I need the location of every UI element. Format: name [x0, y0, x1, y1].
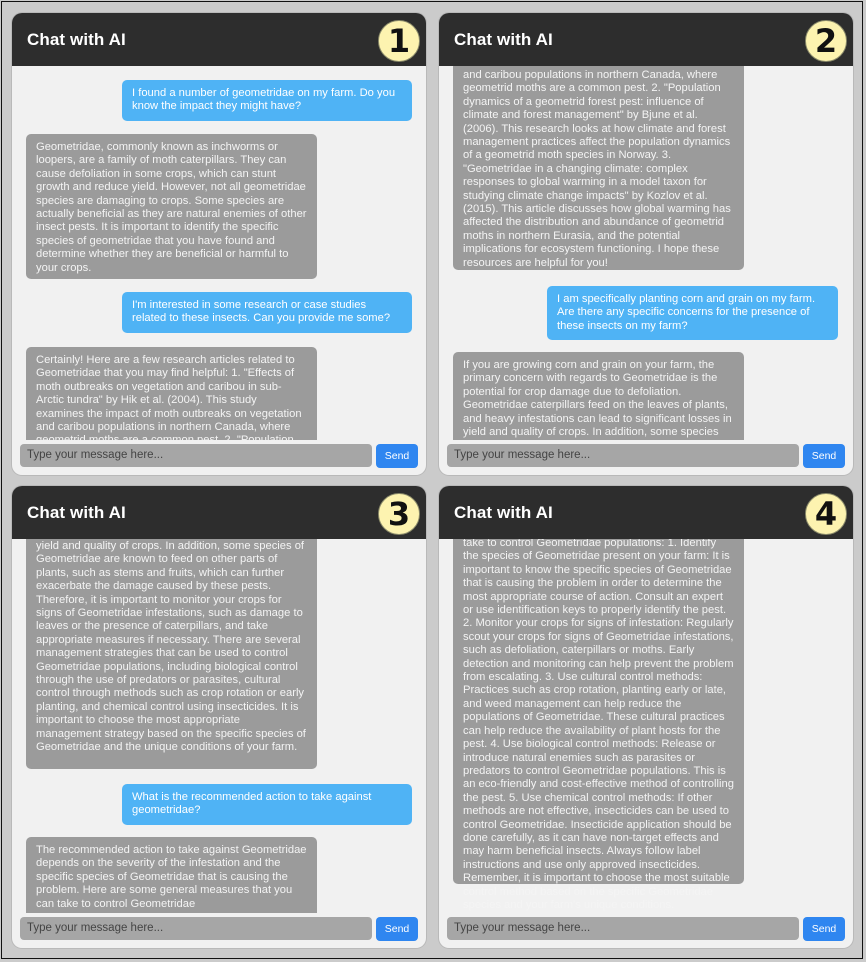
ai-message: yield and quality of crops. In addition,… — [26, 539, 317, 769]
chat-title: Chat with AI — [454, 503, 553, 522]
chat-title: Chat with AI — [27, 503, 126, 522]
message-input[interactable]: Type your message here... — [447, 917, 799, 940]
message-list[interactable]: and caribou populations in northern Cana… — [439, 66, 853, 440]
send-button[interactable]: Send — [803, 444, 845, 468]
chat-header: Chat with AI 4 — [439, 486, 853, 539]
chat-panel-3: Chat with AI 3 yield and quality of crop… — [12, 486, 426, 948]
message-input[interactable]: Type your message here... — [20, 444, 372, 467]
chat-panel-2: Chat with AI 2 and caribou populations i… — [439, 13, 853, 475]
chat-title: Chat with AI — [27, 30, 126, 49]
chat-header: Chat with AI 3 — [12, 486, 426, 539]
user-message: I'm interested in some research or case … — [122, 292, 412, 333]
ai-message: The recommended action to take against G… — [26, 837, 317, 913]
send-button[interactable]: Send — [376, 444, 418, 468]
message-input[interactable]: Type your message here... — [447, 444, 799, 467]
user-message: I am specifically planting corn and grai… — [547, 286, 838, 341]
ai-message: Geometridae, commonly known as inchworms… — [26, 134, 317, 279]
step-number-badge: 4 — [805, 493, 847, 535]
ai-message: Certainly! Here are a few research artic… — [26, 347, 317, 440]
chat-title: Chat with AI — [454, 30, 553, 49]
step-number-badge: 3 — [378, 493, 420, 535]
ai-message: take to control Geometridae populations:… — [453, 539, 744, 911]
step-number-badge: 1 — [378, 20, 420, 62]
message-list[interactable]: I found a number of geometridae on my fa… — [12, 66, 426, 440]
user-message: What is the recommended action to take a… — [122, 784, 412, 825]
ai-message: and caribou populations in northern Cana… — [453, 66, 744, 270]
chat-header: Chat with AI 2 — [439, 13, 853, 66]
message-list[interactable]: take to control Geometridae populations:… — [439, 539, 853, 913]
step-number-badge: 2 — [805, 20, 847, 62]
message-list[interactable]: yield and quality of crops. In addition,… — [12, 539, 426, 913]
chat-panel-1: Chat with AI 1 I found a number of geome… — [12, 13, 426, 475]
message-input[interactable]: Type your message here... — [20, 917, 372, 940]
ai-message: If you are growing corn and grain on you… — [453, 352, 744, 440]
chat-panel-4: Chat with AI 4 take to control Geometrid… — [439, 486, 853, 948]
send-button[interactable]: Send — [376, 917, 418, 941]
user-message: I found a number of geometridae on my fa… — [122, 80, 412, 121]
chat-header: Chat with AI 1 — [12, 13, 426, 66]
send-button[interactable]: Send — [803, 917, 845, 941]
